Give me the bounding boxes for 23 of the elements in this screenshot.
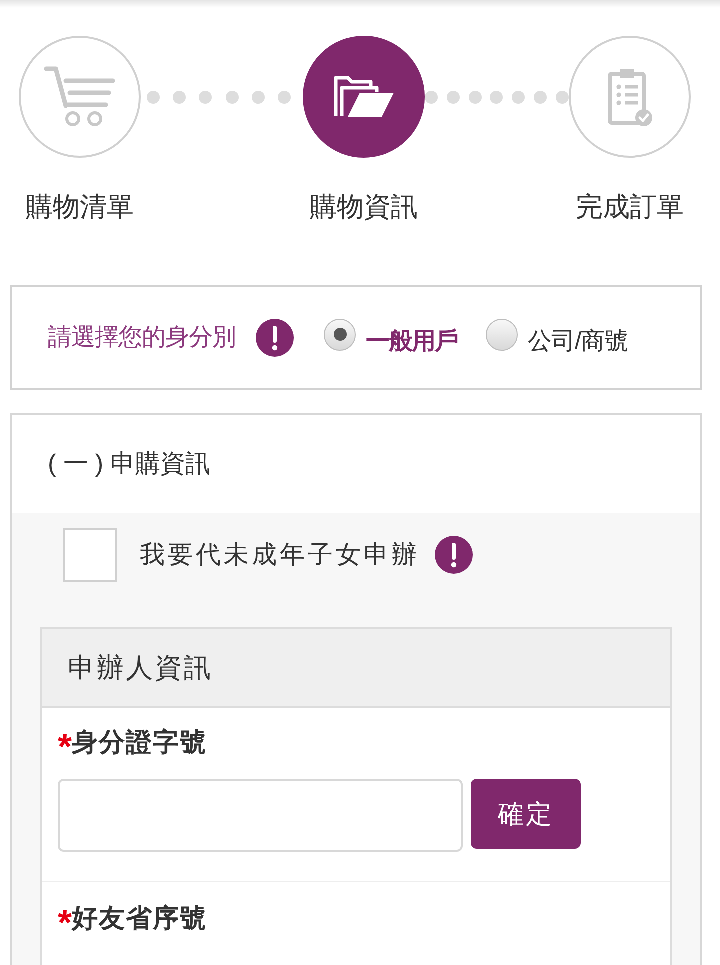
checkbox[interactable] (63, 528, 117, 582)
step-label: 完成訂單 (576, 191, 684, 223)
cart-icon (44, 66, 116, 128)
exclamation-icon (256, 318, 294, 356)
identity-prompt: 請選擇您的身分別 (48, 322, 236, 352)
radio-label[interactable]: 一般用戶 (366, 326, 458, 356)
radio-button[interactable] (324, 318, 356, 350)
field-label: 好友省序號 (72, 902, 208, 935)
id-number-input[interactable] (58, 779, 463, 852)
applicant-title: 申辦人資訊 (68, 652, 213, 684)
confirm-button[interactable]: 確定 (471, 779, 581, 849)
field-label: 身分證字號 (72, 726, 208, 759)
radio-label[interactable]: 公司/商號 (528, 326, 628, 356)
exclamation-icon (435, 536, 473, 574)
checkbox-label[interactable]: 我要代未成年子女申辦 (140, 539, 420, 571)
radio-button[interactable] (486, 318, 518, 350)
section-title: ( 一 ) 申購資訊 (48, 449, 210, 479)
required-mark: * (58, 729, 72, 765)
required-mark: * (58, 905, 72, 941)
clipboard-icon (607, 67, 653, 127)
folder-icon (333, 75, 395, 119)
step-label: 購物清單 (26, 191, 134, 223)
step-label: 購物資訊 (310, 191, 418, 223)
